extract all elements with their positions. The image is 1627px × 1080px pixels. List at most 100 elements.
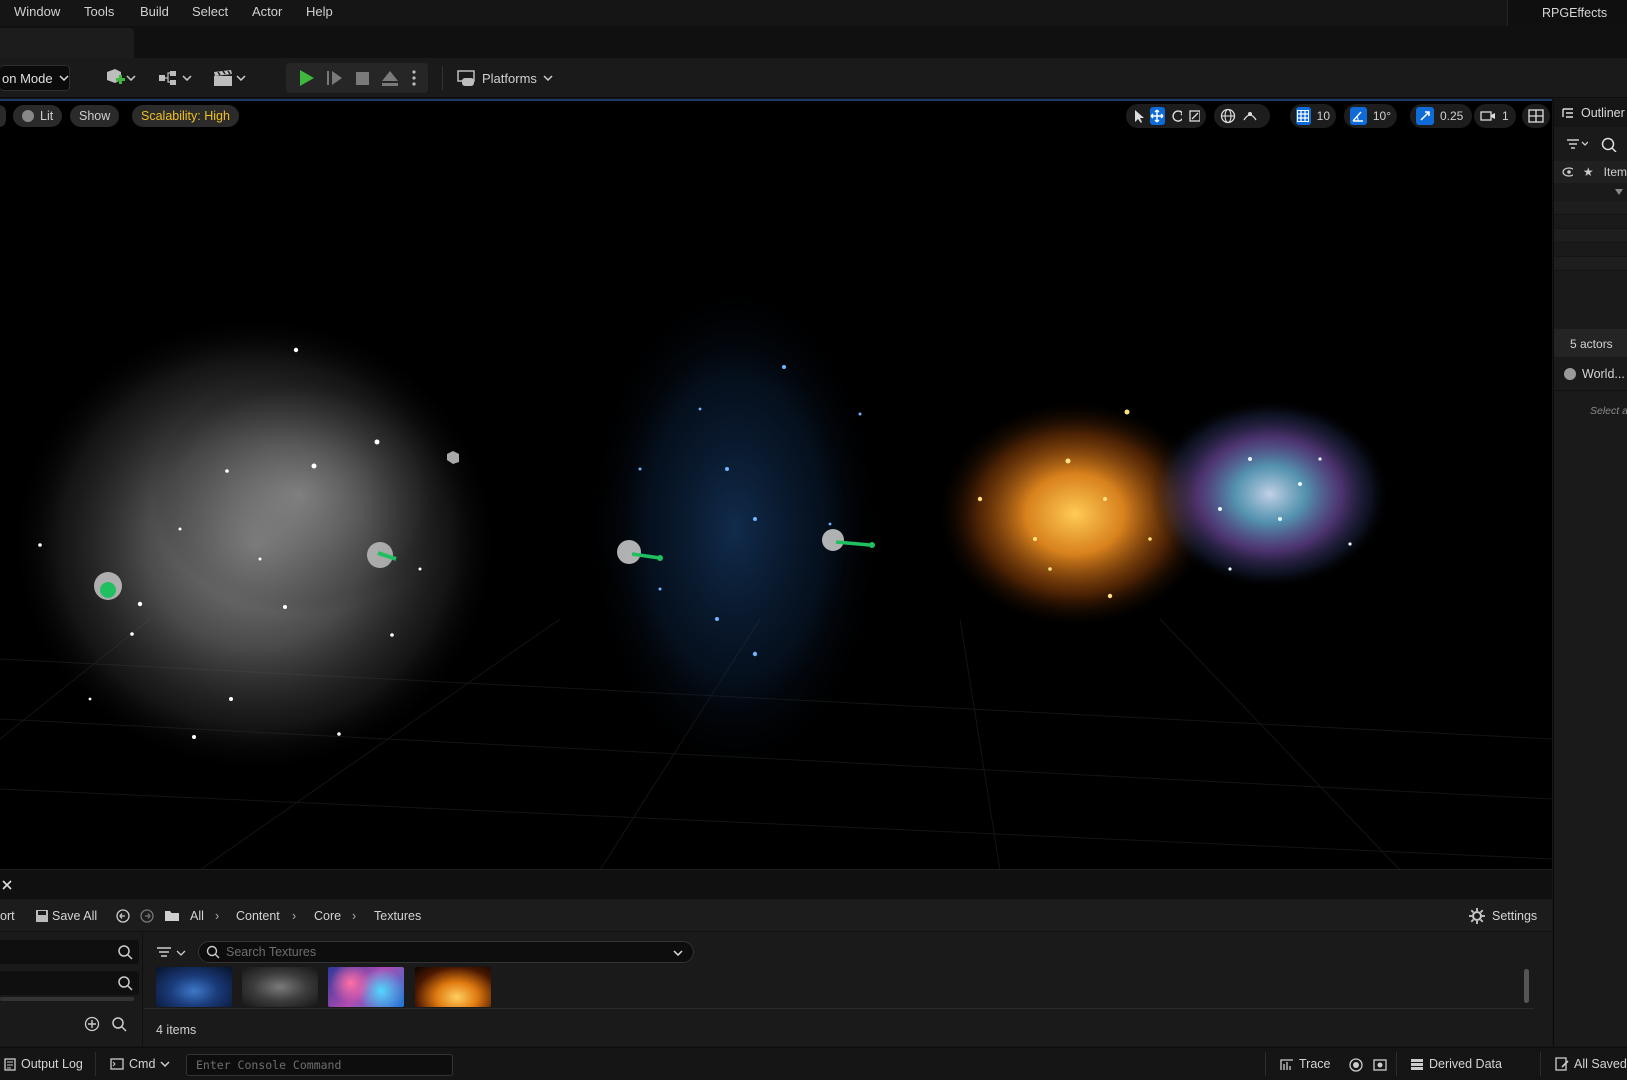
menu-bar: Window Tools Build Select Actor Help RPG… [0, 0, 1627, 26]
world-globe-icon[interactable] [1220, 108, 1236, 124]
folder-icon[interactable] [164, 909, 180, 922]
advance-frame-icon [332, 71, 342, 85]
camera-icon [1480, 111, 1495, 121]
all-saved-label: All Saved [1574, 1057, 1627, 1071]
search-icon[interactable] [111, 1016, 127, 1032]
world-partition-tab[interactable]: World... [1554, 357, 1627, 391]
close-icon[interactable] [2, 880, 12, 890]
screenshot-icon[interactable] [1373, 1058, 1387, 1072]
coordinate-tools [1214, 104, 1270, 128]
settings-button[interactable]: Settings [1492, 909, 1537, 923]
chevron-down-icon [236, 75, 246, 81]
filter-icon[interactable] [1566, 138, 1588, 150]
outliner-header[interactable]: Outliner [1554, 99, 1627, 127]
statusbar-divider [95, 1052, 96, 1076]
import-button[interactable]: ort [0, 909, 15, 923]
mode-dropdown[interactable]: on Mode [0, 65, 70, 91]
play-controls-icons [300, 70, 416, 86]
level-tab[interactable] [0, 28, 134, 58]
show-button[interactable]: Show [70, 105, 120, 127]
platforms-button[interactable]: Platforms [456, 65, 556, 91]
filter-icon[interactable] [156, 946, 190, 960]
search-icon[interactable] [1600, 136, 1620, 152]
stop-icon [356, 72, 369, 85]
trace-button[interactable]: Trace [1280, 1057, 1331, 1071]
scale-arrow-icon [1420, 111, 1430, 121]
cmd-dropdown[interactable]: Cmd [110, 1057, 170, 1071]
menu-select[interactable]: Select [192, 4, 228, 19]
select-cursor-icon[interactable] [1132, 109, 1144, 123]
menu-actor[interactable]: Actor [252, 4, 282, 19]
save-all-button[interactable]: Save All [52, 909, 97, 923]
menu-tools[interactable]: Tools [84, 4, 114, 19]
blueprints-button[interactable] [158, 65, 194, 91]
breadcrumb-core[interactable]: Core [314, 909, 341, 923]
outliner-row-world[interactable] [1554, 183, 1627, 201]
texture-thumbnail-nebula[interactable] [328, 967, 404, 1007]
scalability-button[interactable]: Scalability: High [132, 105, 239, 127]
clapperboard-icon [214, 70, 232, 86]
asset-view: Search Textures 4 items [144, 933, 1552, 1046]
add-collection-icon[interactable] [84, 1016, 100, 1032]
texture-thumbnail-fire[interactable] [415, 967, 491, 1007]
texture-thumbnail-blue-smoke[interactable] [156, 967, 232, 1007]
outliner-row[interactable] [1554, 257, 1627, 271]
outliner-row[interactable] [1554, 201, 1627, 215]
log-icon [4, 1057, 16, 1071]
breadcrumb-all[interactable]: All [190, 909, 204, 923]
folders-search[interactable] [0, 971, 139, 995]
scalability-label: Scalability: High [141, 109, 230, 123]
outliner-row[interactable] [1554, 243, 1627, 257]
forward-arrow-icon[interactable] [140, 909, 154, 923]
surface-snap-icon[interactable] [1242, 108, 1258, 124]
console-command-input[interactable]: Enter Console Command [186, 1054, 453, 1076]
content-browser: ort Save All All › Content › Core › Text… [0, 870, 1552, 1046]
menu-help[interactable]: Help [306, 4, 333, 19]
asset-view-scrollbar[interactable] [1524, 969, 1529, 1003]
project-name[interactable]: RPGEffects [1507, 0, 1627, 26]
grid-snap-control[interactable]: 10 [1290, 104, 1336, 128]
sources-panel [0, 933, 143, 1046]
lit-mode-button[interactable]: Lit [13, 105, 63, 127]
output-log-button[interactable]: Output Log [4, 1057, 83, 1071]
camera-speed-control[interactable]: 1 [1474, 104, 1516, 128]
outliner-row[interactable] [1554, 215, 1627, 229]
level-viewport[interactable]: Lit Show Scalability: High 10 10° 0.25 1 [0, 99, 1552, 870]
rotation-snap-toggle[interactable] [1350, 107, 1367, 125]
menu-window[interactable]: Window [14, 4, 60, 19]
rotate-icon[interactable] [1171, 109, 1183, 123]
actor-gizmo-1 [94, 572, 122, 600]
cinematics-button[interactable] [212, 65, 252, 91]
play-icon [300, 70, 314, 86]
chevron-down-icon [543, 75, 553, 81]
asset-view-divider [144, 1008, 1534, 1009]
texture-thumbnail-grey-smoke[interactable] [242, 967, 318, 1007]
add-actor-button[interactable] [104, 65, 140, 91]
scale-snap-control[interactable]: 0.25 [1410, 104, 1472, 128]
add-actor-icon [107, 69, 125, 84]
visibility-eye-icon[interactable] [1562, 167, 1573, 177]
record-icon[interactable] [1349, 1058, 1363, 1072]
source-control-status[interactable]: All Saved [1555, 1057, 1627, 1071]
scale-snap-toggle[interactable] [1416, 107, 1434, 125]
grid-snap-toggle[interactable] [1296, 107, 1311, 125]
breadcrumb-textures[interactable]: Textures [374, 909, 421, 923]
viewport-layout-button[interactable] [1522, 104, 1550, 128]
derived-data-button[interactable]: Derived Data [1410, 1057, 1502, 1071]
search-icon [118, 945, 133, 960]
item-label-column[interactable]: Item [1604, 165, 1627, 179]
pin-star-icon[interactable]: ★ [1583, 165, 1594, 179]
back-arrow-icon[interactable] [116, 909, 130, 923]
rotation-snap-control[interactable]: 10° [1344, 104, 1397, 128]
favorites-search[interactable] [0, 940, 139, 964]
grid-snap-value: 10 [1316, 109, 1330, 123]
outliner-row[interactable] [1554, 229, 1627, 243]
translate-button[interactable] [1149, 107, 1165, 125]
scale-icon[interactable] [1188, 109, 1201, 123]
breadcrumb-content[interactable]: Content [236, 909, 280, 923]
asset-search-input[interactable]: Search Textures [198, 941, 694, 963]
settings-gear-icon [1469, 908, 1485, 924]
menu-build[interactable]: Build [140, 4, 169, 19]
sources-scrollbar[interactable] [0, 997, 134, 1001]
blueprint-icon [159, 71, 176, 85]
